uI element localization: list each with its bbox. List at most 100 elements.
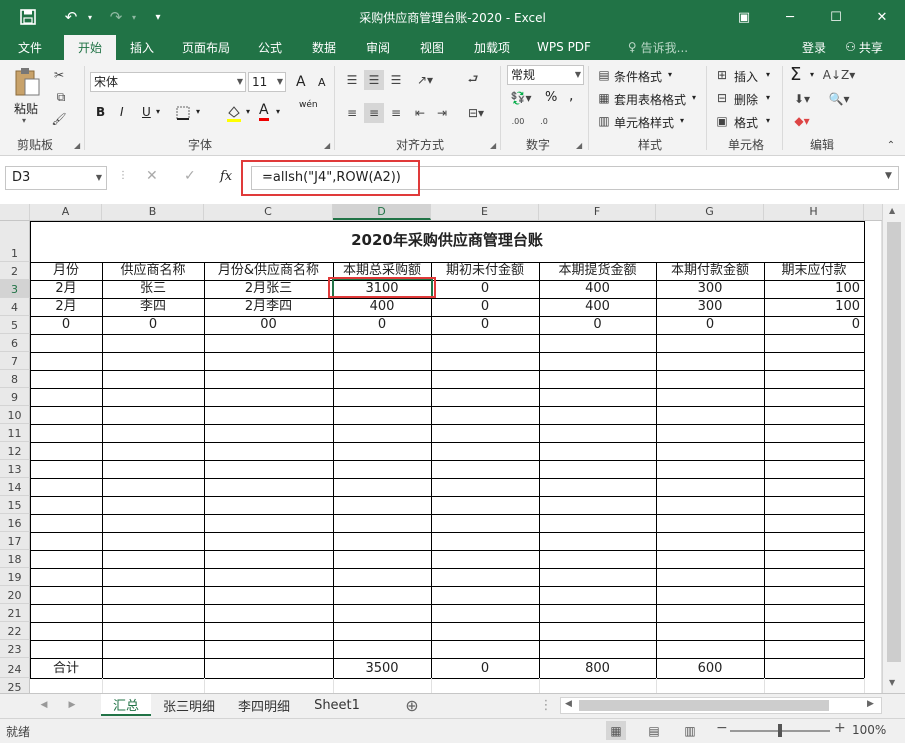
scroll-down-icon[interactable]: ▼ — [889, 678, 895, 687]
data-cell[interactable]: 0 — [765, 316, 863, 334]
paste-icon[interactable] — [12, 66, 42, 98]
increase-indent-icon[interactable]: ⇥ — [432, 103, 452, 123]
ribbon-display-button[interactable]: ▣ — [721, 0, 767, 34]
data-cell[interactable]: 0 — [432, 298, 538, 316]
column-header-h[interactable]: H — [764, 204, 864, 220]
data-cell[interactable]: 0 — [31, 316, 101, 334]
zoom-slider[interactable] — [730, 724, 830, 737]
column-header-e[interactable]: E — [431, 204, 539, 220]
data-cell[interactable]: 0 — [334, 316, 430, 334]
row-header[interactable]: 11 — [0, 424, 30, 442]
cell-styles-icon[interactable]: ▥ — [596, 113, 612, 129]
number-launcher-icon[interactable]: ◢ — [576, 141, 582, 150]
row-header[interactable]: 17 — [0, 532, 30, 550]
collapse-ribbon-icon[interactable]: ⌃ — [884, 138, 898, 152]
row-header[interactable]: 12 — [0, 442, 30, 460]
customize-qat-icon[interactable]: ▾ — [150, 0, 166, 34]
total-cell[interactable]: 600 — [657, 660, 763, 678]
border-dropdown-icon[interactable]: ▾ — [196, 107, 200, 116]
align-left-icon[interactable]: ≡ — [342, 103, 362, 123]
vertical-scroll-thumb[interactable] — [887, 222, 901, 662]
scroll-up-icon[interactable]: ▲ — [889, 206, 895, 215]
underline-dropdown-icon[interactable]: ▾ — [156, 107, 160, 116]
font-color-button[interactable]: A — [259, 102, 269, 121]
format-painter-icon[interactable]: 🖌 — [50, 110, 68, 128]
data-cell[interactable]: 300 — [657, 298, 763, 316]
accounting-format-icon[interactable]: 💱▾ — [507, 88, 535, 108]
align-right-icon[interactable]: ≡ — [386, 103, 406, 123]
total-cell[interactable]: 0 — [432, 660, 538, 678]
row-header[interactable]: 23 — [0, 640, 30, 658]
tab-splitter-icon[interactable]: ⋮ — [540, 694, 553, 716]
total-cell[interactable] — [205, 660, 332, 678]
tab-wps-pdf[interactable]: WPS PDF — [528, 34, 600, 60]
tab-page-layout[interactable]: 页面布局 — [172, 34, 240, 60]
zoom-slider-thumb[interactable] — [778, 724, 782, 737]
format-dropdown-icon[interactable]: ▾ — [766, 116, 770, 125]
total-cell[interactable]: 3500 — [334, 660, 430, 678]
column-header-c[interactable]: C — [204, 204, 333, 220]
page-break-view-icon[interactable]: ▥ — [680, 721, 700, 740]
tab-home[interactable]: 开始 — [64, 35, 116, 60]
font-color-dropdown-icon[interactable]: ▾ — [276, 107, 280, 116]
column-header-d[interactable]: D — [333, 204, 431, 220]
tab-addins[interactable]: 加载项 — [464, 34, 520, 60]
data-cell[interactable]: 2月李四 — [205, 298, 332, 316]
tab-view[interactable]: 视图 — [410, 34, 454, 60]
align-center-icon[interactable]: ≡ — [364, 103, 384, 123]
column-header-g[interactable]: G — [656, 204, 764, 220]
data-cell[interactable]: 400 — [540, 298, 655, 316]
fill-icon[interactable]: ⬇▾ — [790, 90, 814, 108]
data-cell[interactable]: 2月 — [31, 298, 101, 316]
row-header[interactable]: 9 — [0, 388, 30, 406]
data-cell[interactable]: 2月张三 — [205, 280, 332, 298]
cell-styles-button[interactable]: 单元格样式 — [614, 114, 674, 131]
phonetic-button[interactable]: wén — [299, 100, 318, 110]
delete-cells-icon[interactable]: ⊟ — [714, 90, 730, 106]
row-header[interactable]: 4 — [0, 298, 30, 316]
sheet-title[interactable]: 2020年采购供应商管理台账 — [30, 232, 864, 252]
align-middle-icon[interactable]: ☰ — [364, 70, 384, 90]
underline-button[interactable]: U — [142, 105, 151, 119]
undo-icon[interactable]: ↶ — [60, 0, 82, 34]
clipboard-launcher-icon[interactable]: ◢ — [74, 141, 80, 150]
row-header[interactable]: 24 — [0, 658, 30, 678]
fill-color-icon[interactable] — [224, 103, 244, 123]
vertical-scrollbar[interactable]: ▲ ▼ — [882, 204, 905, 693]
column-header-f[interactable]: F — [539, 204, 656, 220]
cancel-formula-icon[interactable]: ✕ — [146, 168, 158, 184]
data-cell[interactable]: 0 — [103, 316, 203, 334]
row-header[interactable]: 15 — [0, 496, 30, 514]
decrease-indent-icon[interactable]: ⇤ — [410, 103, 430, 123]
sheet-tab-lisi[interactable]: 李四明细 — [228, 694, 300, 716]
select-all-corner[interactable] — [0, 204, 30, 220]
header-cell[interactable]: 期末应付款 — [765, 262, 863, 280]
normal-view-icon[interactable]: ▦ — [606, 721, 626, 740]
total-cell[interactable]: 800 — [540, 660, 655, 678]
zoom-in-button[interactable]: + — [834, 720, 846, 736]
header-cell[interactable]: 期初未付金额 — [432, 262, 538, 280]
row-header[interactable]: 18 — [0, 550, 30, 568]
column-header-a[interactable]: A — [30, 204, 102, 220]
row-header[interactable]: 13 — [0, 460, 30, 478]
fill-dropdown-icon[interactable]: ▾ — [246, 107, 250, 116]
number-format-combo[interactable]: 常规 ▼ — [507, 65, 584, 85]
data-cell[interactable]: 300 — [657, 280, 763, 298]
conditional-format-icon[interactable]: ▤ — [596, 67, 612, 83]
zoom-out-button[interactable]: − — [716, 720, 728, 736]
table-dropdown-icon[interactable]: ▾ — [692, 93, 696, 102]
row-header[interactable]: 1 — [0, 221, 30, 262]
data-cell[interactable]: 0 — [540, 316, 655, 334]
conditional-format-button[interactable]: 条件格式 — [614, 68, 662, 85]
name-box[interactable]: D3 ▼ — [5, 166, 107, 190]
bold-button[interactable]: B — [96, 105, 105, 119]
decrease-decimal-icon[interactable]: .0 — [533, 112, 555, 130]
tab-review[interactable]: 审阅 — [356, 34, 400, 60]
italic-button[interactable]: I — [120, 105, 124, 119]
tab-file[interactable]: 文件 — [6, 34, 54, 60]
autosum-dropdown-icon[interactable]: ▾ — [810, 70, 814, 79]
increase-decimal-icon[interactable]: .00 — [507, 112, 529, 130]
data-cell[interactable]: 2月 — [31, 280, 101, 298]
redo-icon[interactable]: ↷ — [105, 0, 127, 34]
font-name-combo[interactable]: 宋体 ▼ — [90, 72, 246, 92]
